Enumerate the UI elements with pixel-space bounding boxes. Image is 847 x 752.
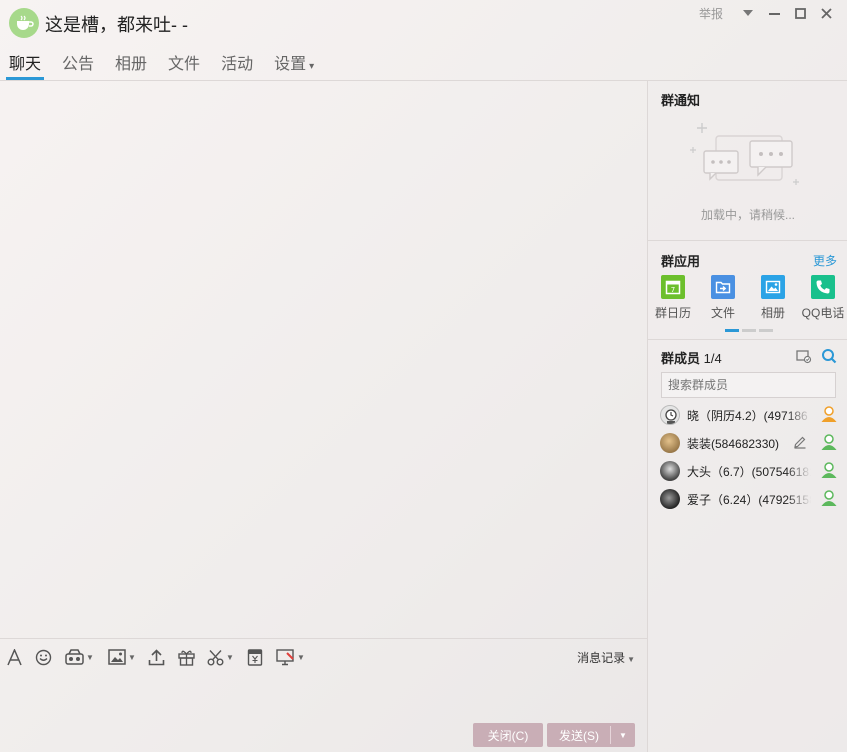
upload-file-icon[interactable] [148,647,165,667]
tab-announcement[interactable]: 公告 [62,46,94,80]
image-icon[interactable]: ▼ [108,647,136,667]
member-icon [821,434,837,450]
tab-settings[interactable]: 设置 ▾ [274,46,314,80]
red-packet-icon[interactable] [247,647,263,667]
album-icon [761,275,785,299]
gift-icon[interactable] [178,647,195,667]
send-button-label: 发送(S) [559,728,599,743]
send-button[interactable]: 发送(S) ▼ [547,723,635,747]
pager-dot[interactable] [759,329,773,332]
list-item[interactable]: 晓（阴历4.2）(497186 [648,400,847,428]
sidebar-divider [648,240,847,241]
screenshot-icon[interactable]: ▼ [207,647,234,667]
chevron-down-icon: ▼ [297,652,305,662]
member-settings-icon[interactable] [796,348,812,364]
phone-icon [811,275,835,299]
font-icon[interactable] [6,647,23,667]
list-item[interactable]: 装装(584682330) [648,428,847,456]
maximize-icon[interactable] [787,4,813,22]
window-controls: 举报 [699,4,839,22]
member-name: 晓（阴历4.2）(497186 [687,409,808,423]
app-calendar[interactable]: 7 群日历 [648,275,698,321]
app-qq-phone[interactable]: QQ电话 [798,275,847,321]
list-item[interactable]: 大头（6.7）(5075461817 [648,456,847,484]
sidebar-divider [648,339,847,340]
avatar [660,461,680,481]
member-actions [796,348,837,364]
apps-more-link[interactable]: 更多 [813,252,837,269]
member-list: 晓（阴历4.2）(497186 装装(584682330) 大头（6.7）(50… [648,400,847,512]
avatar [660,433,680,453]
group-title: 这是槽，都来吐- - [45,15,188,35]
tab-activity[interactable]: 活动 [221,46,253,80]
chat-bubbles-icon [690,123,799,185]
right-sidebar: 群通知 加载中，请稍候... 群应用 更多 7 群日历 文件 相册 QQ电话 群… [647,81,847,752]
member-name: 爱子（6.24）(4792515888 [687,493,811,507]
send-options-icon[interactable]: ▼ [611,723,635,747]
avatar [660,489,680,509]
report-link[interactable]: 举报 [699,5,723,22]
menu-dropdown-icon[interactable] [735,4,761,22]
chevron-down-icon: ▼ [226,652,234,662]
magic-expression-icon[interactable]: ▼ [65,647,94,667]
member-icon [821,490,837,506]
apps-pager[interactable] [725,329,773,332]
chat-message-area[interactable] [0,81,647,638]
chevron-down-icon: ▾ [309,61,315,72]
member-icon [821,462,837,478]
members-title: 群成员 1/4 [661,351,722,366]
tab-bar: 聊天 公告 相册 文件 活动 设置 ▾ [0,46,326,80]
tab-files[interactable]: 文件 [168,46,200,80]
svg-text:7: 7 [671,286,675,294]
title-bar: 这是槽，都来吐- - 举报 [0,0,847,46]
member-search-input[interactable] [661,372,836,398]
pager-dot[interactable] [742,329,756,332]
close-button[interactable]: 关闭(C) [473,723,543,747]
screen-share-icon[interactable]: ▼ [276,647,305,667]
apps-title: 群应用 [661,254,701,269]
edit-icon[interactable] [793,435,807,449]
owner-icon [821,406,837,422]
input-toolbar: ▼ ▼ ▼ ▼ 消息记录 ▼ [0,639,647,675]
app-album[interactable]: 相册 [748,275,798,321]
notice-title: 群通知 [661,93,701,108]
tab-album[interactable]: 相册 [115,46,147,80]
calendar-icon: 7 [661,275,685,299]
search-icon[interactable] [821,348,837,364]
minimize-icon[interactable] [761,4,787,22]
chevron-down-icon: ▼ [627,655,635,664]
chevron-down-icon: ▼ [128,652,136,662]
member-count: 1/4 [703,351,722,366]
file-icon [711,275,735,299]
tab-chat[interactable]: 聊天 [5,46,45,80]
notice-loading-text: 加载中，请稍候... [700,208,795,222]
chevron-down-icon: ▼ [86,652,94,662]
member-name: 大头（6.7）(5075461817 [687,465,811,479]
avatar [660,405,680,425]
pager-dot[interactable] [725,329,739,332]
close-icon[interactable] [813,4,839,22]
list-item[interactable]: 爱子（6.24）(4792515888 [648,484,847,512]
message-history-link[interactable]: 消息记录 ▼ [577,649,635,666]
group-avatar[interactable] [9,8,39,38]
app-files[interactable]: 文件 [698,275,748,321]
emoji-icon[interactable] [35,647,52,667]
teacup-icon [17,15,34,30]
